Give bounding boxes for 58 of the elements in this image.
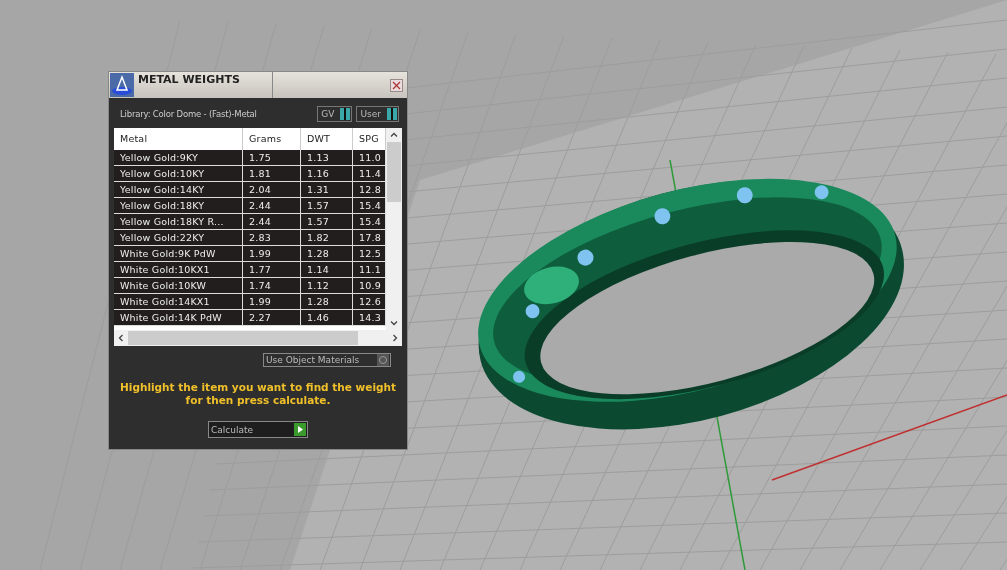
close-button[interactable]	[390, 78, 403, 92]
table-cell: 1.14	[301, 262, 353, 277]
table-cell: White Gold:9K PdW	[114, 246, 243, 261]
table-cell: 1.99	[243, 246, 301, 261]
table-cell: 1.16	[301, 166, 353, 181]
toggle-button[interactable]: GV	[317, 106, 353, 122]
use-object-materials-checkbox[interactable]: Use Object Materials	[263, 353, 391, 367]
table-cell: Yellow Gold:18KY R...	[114, 214, 243, 229]
table-row[interactable]: White Gold:10KX1 1.77 1.14 11.1	[114, 262, 386, 278]
table-row[interactable]: Yellow Gold:9KY 1.75 1.13 11.0	[114, 150, 386, 166]
table-cell: 2.04	[243, 182, 301, 197]
table-cell: 1.77	[243, 262, 301, 277]
instruction-text: Highlight the item you want to find the weight for then press calculate.	[119, 381, 397, 407]
table-cell: 1.75	[243, 150, 301, 165]
vertical-scrollbar[interactable]	[386, 128, 402, 330]
toggle-indicator-icon	[387, 108, 397, 120]
table-cell: 1.31	[301, 182, 353, 197]
table-cell: 2.27	[243, 310, 301, 325]
table-cell: 1.82	[301, 230, 353, 245]
table-cell: 1.57	[301, 214, 353, 229]
table-cell: Yellow Gold:9KY	[114, 150, 243, 165]
table-cell: 1.28	[301, 246, 353, 261]
table-row[interactable]: Yellow Gold:14KY 2.04 1.31 12.8	[114, 182, 386, 198]
table-cell: 1.81	[243, 166, 301, 181]
table-row[interactable]: Yellow Gold:18KY R... 2.44 1.57 15.4	[114, 214, 386, 230]
table-row[interactable]: White Gold:10KW 1.74 1.12 10.9	[114, 278, 386, 294]
table-row[interactable]: White Gold:14KX1 1.99 1.28 12.6	[114, 294, 386, 310]
table-cell: 1.99	[243, 294, 301, 309]
table-cell: 1.12	[301, 278, 353, 293]
table-cell: 1.57	[301, 198, 353, 213]
horizontal-scrollbar[interactable]	[114, 330, 402, 346]
table-row[interactable]: Yellow Gold:22KY 2.83 1.82 17.8	[114, 230, 386, 246]
calculate-button[interactable]: Calculate	[208, 421, 308, 438]
table-cell: Yellow Gold:18KY	[114, 198, 243, 213]
table-cell: White Gold:14KX1	[114, 294, 243, 309]
play-icon	[294, 423, 306, 436]
table-row[interactable]: Yellow Gold:10KY 1.81 1.16 11.4	[114, 166, 386, 182]
toggle-indicator-icon	[340, 108, 351, 120]
table-cell: White Gold:10KW	[114, 278, 243, 293]
table-cell: Yellow Gold:14KY	[114, 182, 243, 197]
table-cell: 1.46	[301, 310, 353, 325]
table-cell: 1.28	[301, 294, 353, 309]
table-cell: Yellow Gold:10KY	[114, 166, 243, 181]
table-row[interactable]: Yellow Gold:18KY 2.44 1.57 15.4	[114, 198, 386, 214]
table-cell: 2.44	[243, 214, 301, 229]
table-cell: 1.13	[301, 150, 353, 165]
table-cell: White Gold:10KX1	[114, 262, 243, 277]
table-cell: 2.44	[243, 198, 301, 213]
library-label: Library: Color Dome - (Fast)-Metal	[120, 109, 257, 119]
table-row[interactable]: White Gold:14K PdW 2.27 1.46 14.3	[114, 310, 386, 326]
toggle-button[interactable]: User	[356, 106, 399, 122]
table-row[interactable]: White Gold:9K PdW 1.99 1.28 12.5	[114, 246, 386, 262]
table-cell: 1.74	[243, 278, 301, 293]
window-title: METAL WEIGHTS	[138, 72, 273, 98]
logo-icon	[110, 73, 134, 97]
table-cell: Yellow Gold:22KY	[114, 230, 243, 245]
table-cell: White Gold:14K PdW	[114, 310, 243, 325]
table-cell: 2.83	[243, 230, 301, 245]
